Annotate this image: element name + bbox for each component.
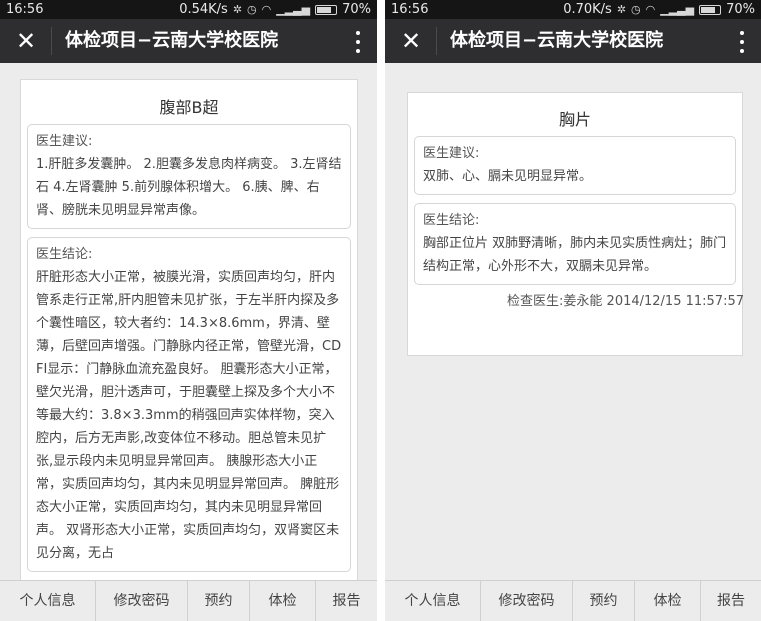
alarm-icon: ◷ (631, 3, 641, 16)
wifi-icon: ◠ (261, 3, 272, 16)
advice-label: 医生建议: (36, 134, 93, 149)
conclusion-label: 医生结论: (423, 213, 480, 228)
conclusion-label: 医生结论: (36, 247, 93, 262)
bluetooth-icon: ✲ (232, 3, 243, 16)
status-bar: 16:56 0.70K/s ✲ ◷ ◠ ▁▂▃▅ 70% (385, 0, 761, 19)
exam-title: 胸片 (558, 110, 591, 129)
bottom-nav: 个人信息 修改密码 预约 体检 报告 (0, 580, 377, 621)
nav-report[interactable]: 报告 (316, 581, 377, 621)
nav-appointment[interactable]: 预约 (573, 581, 635, 621)
header-divider (51, 27, 52, 55)
network-speed: 0.70K/s (563, 2, 612, 17)
bluetooth-icon: ✲ (616, 3, 627, 16)
nav-personal-info[interactable]: 个人信息 (385, 581, 481, 621)
wifi-icon: ◠ (645, 3, 656, 16)
app-header: ✕ 体检项目−云南大学校医院 (385, 19, 761, 63)
conclusion-text: 肝脏形态大小正常，被膜光滑，实质回声均匀，肝内管系走行正常,肝内胆管未见扩张，于… (36, 270, 342, 561)
signal-icon: ▁▂▃▅ (660, 3, 695, 16)
phone-screen-right: 16:56 0.70K/s ✲ ◷ ◠ ▁▂▃▅ 70% ✕ 体检项目−云南大学… (385, 0, 761, 621)
close-icon[interactable]: ✕ (14, 29, 38, 53)
battery-icon (699, 4, 722, 15)
exam-card: 胸片 医生建议: 双肺、心、膈未见明显异常。 医生结论: 胸部正位片 双肺野清晰… (407, 92, 744, 356)
doctor-conclusion-box: 医生结论: 胸部正位片 双肺野清晰，肺内未见实质性病灶；肺门结构正常，心外形不大… (414, 203, 736, 285)
nav-checkup[interactable]: 体检 (635, 581, 701, 621)
page-title: 体检项目−云南大学校医院 (65, 30, 279, 51)
doctor-advice-box: 医生建议: 双肺、心、膈未见明显异常。 (414, 136, 736, 195)
doctor-conclusion-box: 医生结论: 肝脏形态大小正常，被膜光滑，实质回声均匀，肝内管系走行正常,肝内胆管… (27, 237, 351, 572)
status-bar: 16:56 0.54K/s ✲ ◷ ◠ ▁▂▃▅ 70% (0, 0, 377, 19)
header-divider (436, 27, 437, 55)
content-area[interactable]: 腹部B超 医生建议: 1.肝脏多发囊肿。 2.胆囊多发息肉样病变。 3.左肾结石… (0, 63, 377, 580)
battery-percent: 70% (726, 2, 755, 17)
close-icon[interactable]: ✕ (399, 29, 423, 53)
content-area[interactable]: 胸片 医生建议: 双肺、心、膈未见明显异常。 医生结论: 胸部正位片 双肺野清晰… (385, 63, 761, 580)
status-time: 16:56 (391, 2, 429, 17)
status-indicators: 0.70K/s ✲ ◷ ◠ ▁▂▃▅ 70% (563, 0, 755, 19)
exam-card: 腹部B超 医生建议: 1.肝脏多发囊肿。 2.胆囊多发息肉样病变。 3.左肾结石… (20, 79, 358, 580)
status-indicators: 0.54K/s ✲ ◷ ◠ ▁▂▃▅ 70% (179, 0, 371, 19)
nav-personal-info[interactable]: 个人信息 (0, 581, 96, 621)
phone-screen-left: 16:56 0.54K/s ✲ ◷ ◠ ▁▂▃▅ 70% ✕ 体检项目−云南大学… (0, 0, 377, 621)
status-time: 16:56 (6, 2, 44, 17)
advice-label: 医生建议: (423, 146, 480, 161)
advice-text: 双肺、心、膈未见明显异常。 (423, 169, 593, 184)
advice-text: 1.肝脏多发囊肿。 2.胆囊多发息肉样病变。 3.左肾结石 4.左肾囊肿 5.前… (36, 157, 342, 218)
nav-change-password[interactable]: 修改密码 (481, 581, 573, 621)
battery-percent: 70% (342, 2, 371, 17)
battery-icon (315, 4, 338, 15)
nav-appointment[interactable]: 预约 (188, 581, 250, 621)
network-speed: 0.54K/s (179, 2, 228, 17)
conclusion-text: 胸部正位片 双肺野清晰，肺内未见实质性病灶；肺门结构正常，心外形不大，双膈未见异… (423, 236, 727, 274)
nav-checkup[interactable]: 体检 (250, 581, 316, 621)
nav-change-password[interactable]: 修改密码 (96, 581, 188, 621)
page-title: 体检项目−云南大学校医院 (450, 30, 664, 51)
signal-icon: ▁▂▃▅ (276, 3, 311, 16)
more-vert-icon[interactable] (739, 31, 745, 53)
exam-title: 腹部B超 (159, 98, 219, 117)
bottom-nav: 个人信息 修改密码 预约 体检 报告 (385, 580, 761, 621)
nav-report[interactable]: 报告 (701, 581, 761, 621)
app-header: ✕ 体检项目−云南大学校医院 (0, 19, 377, 63)
alarm-icon: ◷ (247, 3, 257, 16)
examining-doctor: 检查医生:姜永能 2014/12/15 11:57:57 (507, 294, 744, 309)
doctor-advice-box: 医生建议: 1.肝脏多发囊肿。 2.胆囊多发息肉样病变。 3.左肾结石 4.左肾… (27, 124, 351, 229)
more-vert-icon[interactable] (355, 31, 361, 53)
